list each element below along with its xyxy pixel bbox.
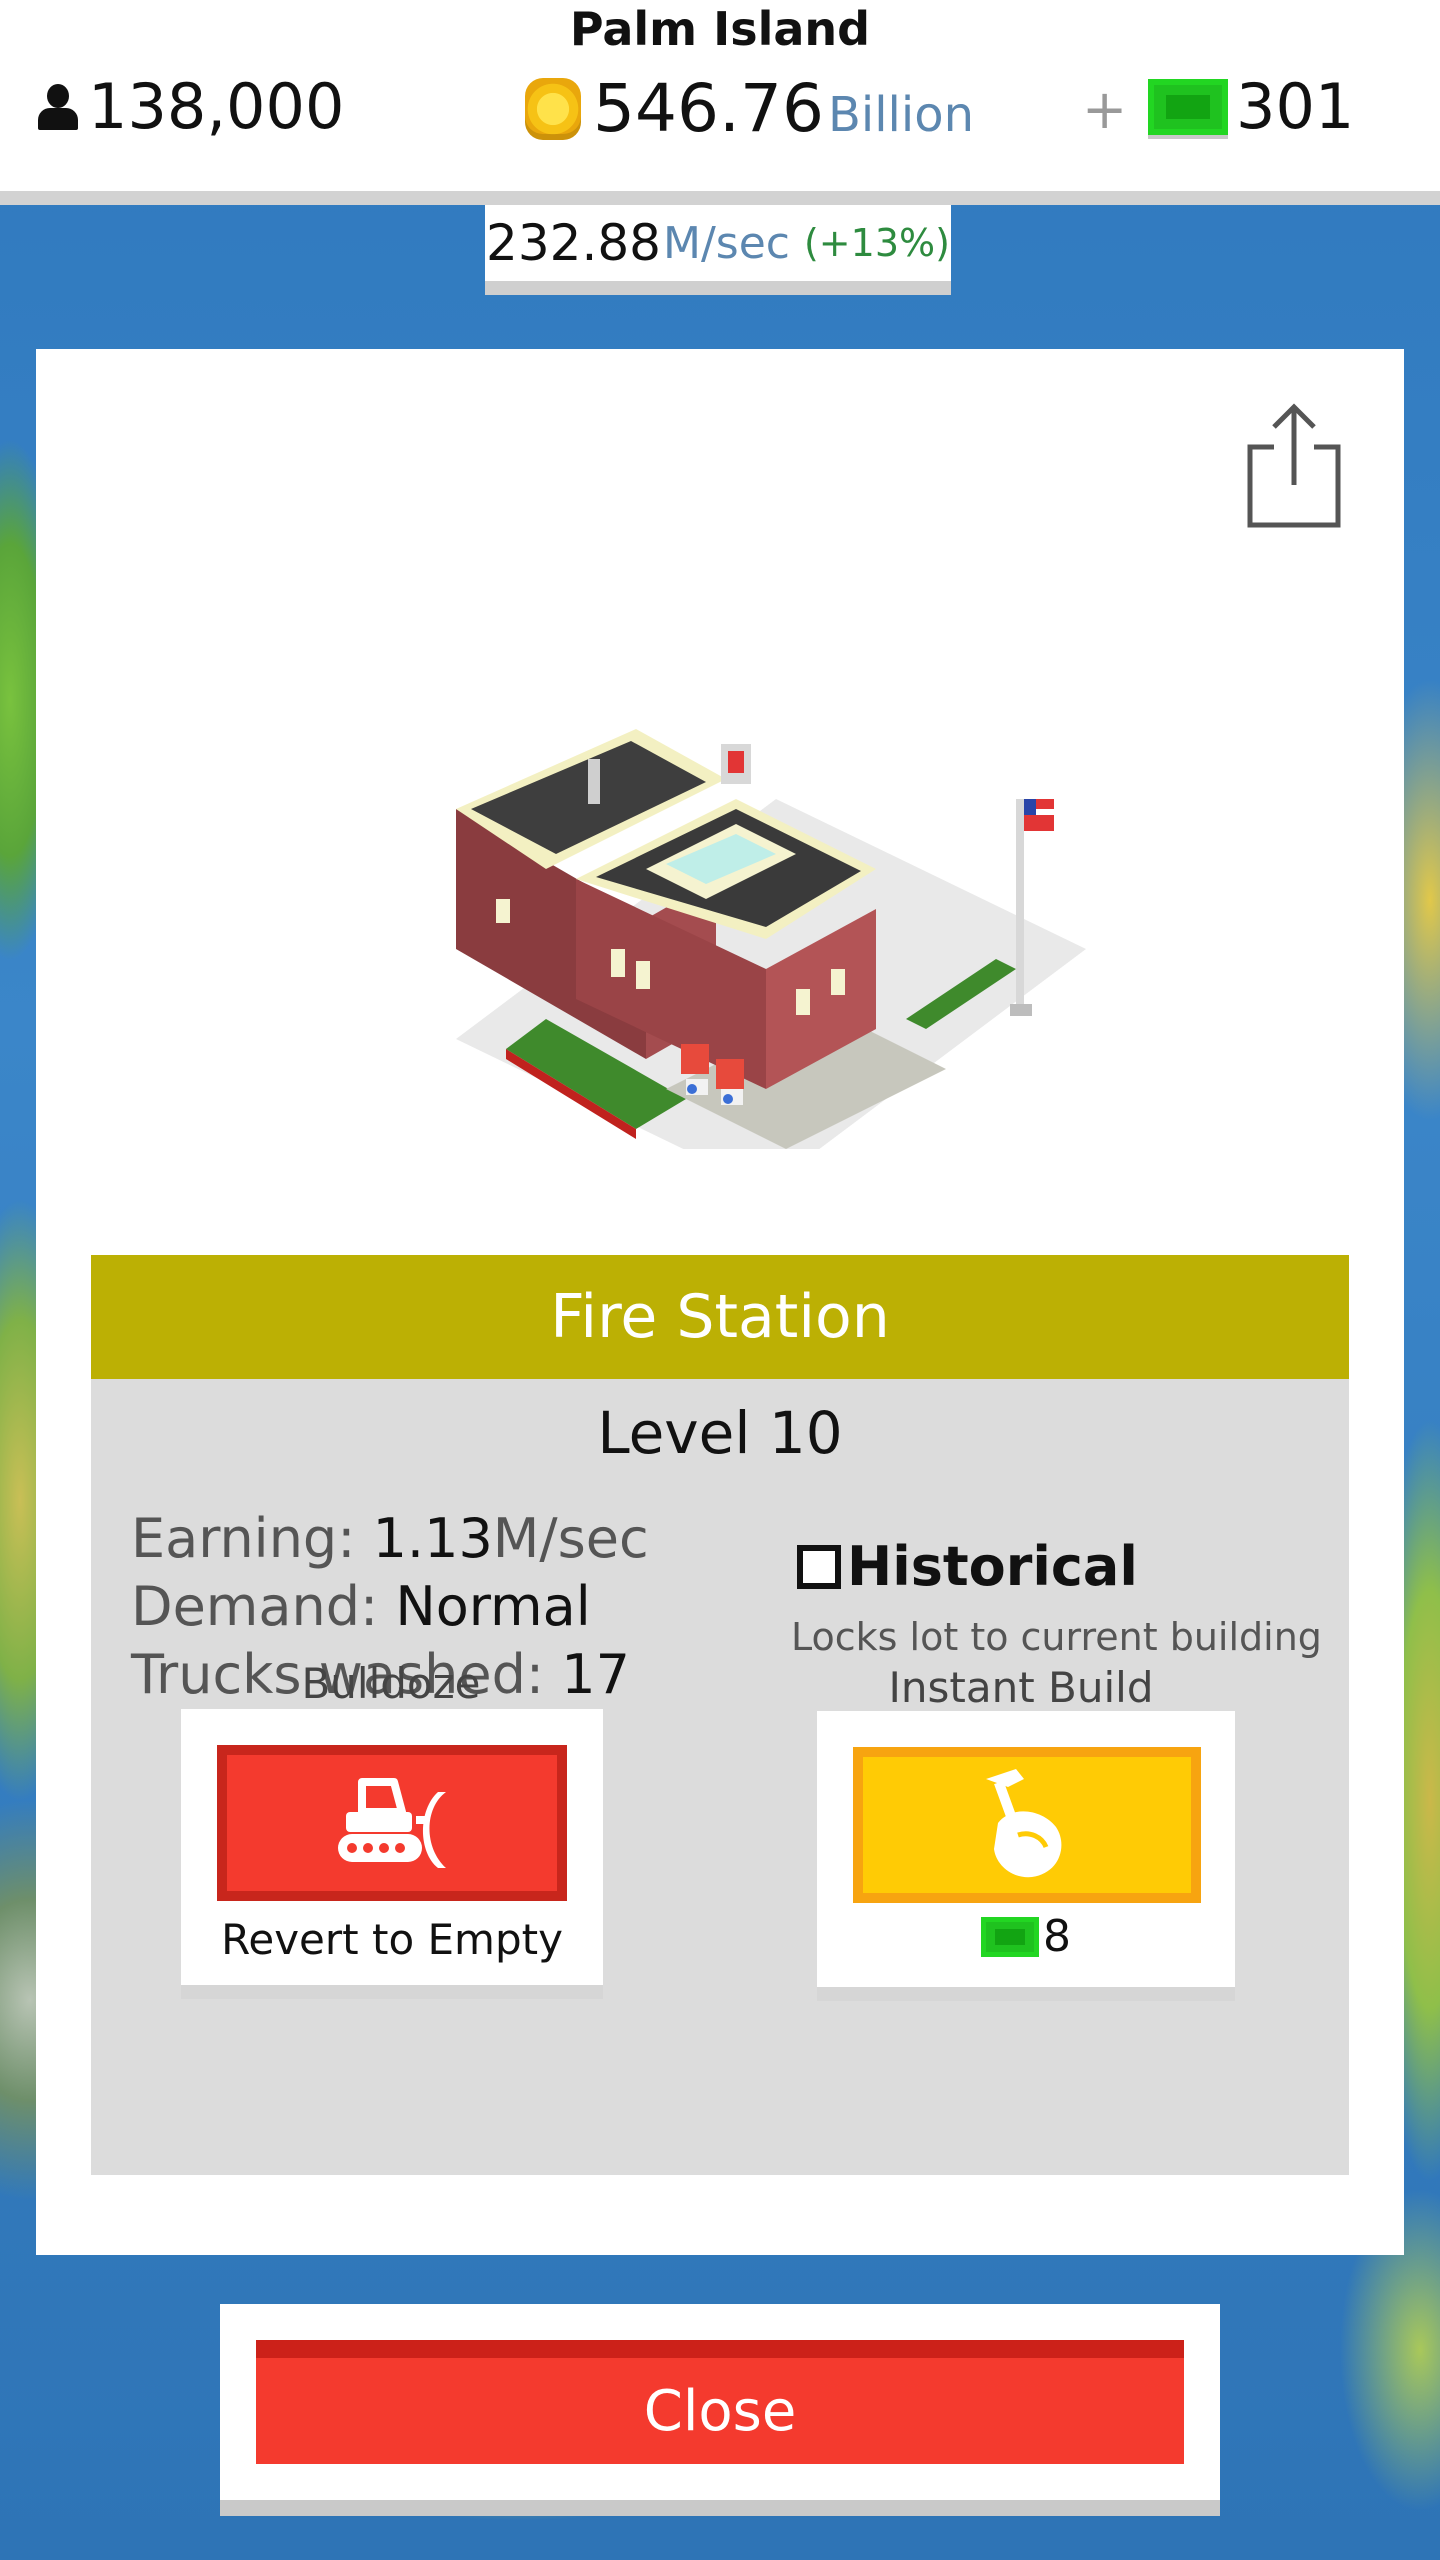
instant-build-title: Instant Build <box>888 1663 1154 1712</box>
island-name: Palm Island <box>569 2 871 56</box>
bulldoze-button[interactable] <box>217 1745 567 1901</box>
historical-toggle[interactable]: Historical <box>797 1535 1138 1598</box>
coin-unit: Billion <box>827 87 974 143</box>
cash-bill-icon <box>981 1916 1039 1957</box>
cash-value: 301 <box>1236 70 1355 143</box>
earning-stat: Earning: 1.13M/sec <box>131 1507 649 1570</box>
building-level: Level 10 <box>597 1399 843 1467</box>
demand-stat: Demand: Normal <box>131 1575 591 1638</box>
cash-balance: 301 <box>1148 70 1354 143</box>
coin-icon <box>525 77 581 140</box>
coin-value: 546.76 <box>593 70 824 147</box>
historical-checkbox[interactable] <box>797 1544 841 1589</box>
income-rate-bonus: (+13%) <box>803 221 950 265</box>
income-rate-tab: 232.88 M/sec (+13%) <box>485 205 951 295</box>
income-rate-value: 232.88 <box>486 214 661 272</box>
historical-label: Historical <box>847 1535 1138 1598</box>
person-icon <box>36 83 80 130</box>
bulldoze-card: Revert to Empty <box>181 1709 603 1999</box>
instant-build-cost-value: 8 <box>1043 1911 1071 1962</box>
historical-description: Locks lot to current building <box>791 1615 1322 1659</box>
close-button[interactable]: Close <box>256 2340 1184 2464</box>
building-name: Fire Station <box>91 1255 1349 1379</box>
building-panel: Fire Station Level 10 Earning: 1.13M/sec… <box>36 349 1404 2255</box>
bulldozer-icon <box>338 1778 446 1868</box>
building-info-card: Fire Station Level 10 Earning: 1.13M/sec… <box>91 1255 1349 2175</box>
buy-cash-button[interactable]: + <box>1082 78 1127 141</box>
bulldoze-title: Bulldoze <box>301 1659 481 1708</box>
instant-build-cost: 8 <box>817 1911 1235 1962</box>
cash-bill-icon <box>1148 78 1228 135</box>
instant-build-card: 8 <box>817 1711 1235 2001</box>
population-counter: 138,000 <box>36 70 344 143</box>
share-icon[interactable] <box>1244 399 1344 529</box>
coin-balance: 546.76 Billion <box>525 70 974 147</box>
bulldoze-caption: Revert to Empty <box>221 1915 563 1964</box>
population-value: 138,000 <box>88 70 345 143</box>
close-card: Close <box>220 2304 1220 2516</box>
income-rate-unit: M/sec <box>663 217 790 269</box>
fire-station-building-image <box>456 729 1086 1149</box>
hammer-hand-icon <box>986 1769 1062 1878</box>
top-hud: Palm Island 138,000 546.76 Billion + 301 <box>0 0 1440 205</box>
instant-build-button[interactable] <box>853 1747 1201 1903</box>
